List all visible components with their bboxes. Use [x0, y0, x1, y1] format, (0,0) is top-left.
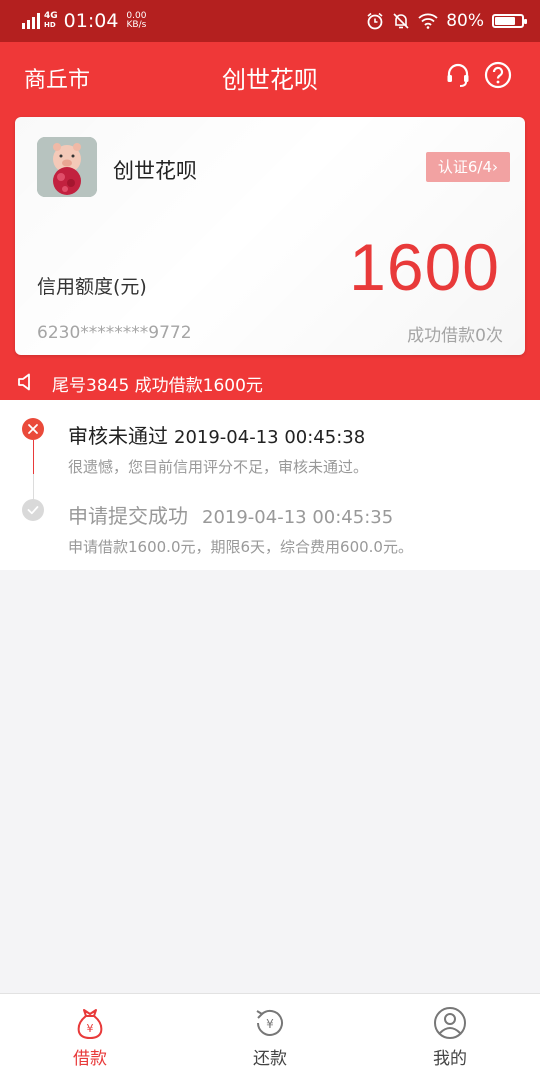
battery-percent: 80% — [446, 11, 484, 31]
status-bar: 4G HD 01:04 0.00 KB/s 80% — [0, 0, 540, 42]
notice-banner: 尾号3845 成功借款1600元 — [0, 367, 540, 397]
repay-icon: ¥ — [256, 1009, 283, 1036]
certification-label: 认证6/4 — [437, 158, 492, 176]
status-left: 4G HD 01:04 0.00 KB/s — [22, 8, 146, 34]
certification-button[interactable]: 认证6/4› — [425, 152, 510, 182]
clock: 01:04 — [63, 10, 119, 32]
signal-icon — [22, 13, 40, 29]
step-title-text: 申请提交成功 — [68, 504, 188, 528]
done-status-icon — [22, 499, 44, 521]
headset-icon[interactable] — [444, 61, 472, 89]
timeline-connector-active — [33, 440, 34, 474]
timeline-step-title: 申请提交成功 2019-04-13 00:45:35 — [68, 500, 393, 529]
timeline-step-desc: 很遗憾，您目前信用评分不足，审核未通过。 — [68, 458, 369, 476]
nav-label: 借款 — [73, 1049, 107, 1069]
step-time: 2019-04-13 00:45:38 — [174, 427, 366, 448]
credit-limit-value: 1600 — [349, 230, 500, 304]
credit-card: 创世花呗 认证6/4› 信用额度(元) 1600 6230********977… — [15, 117, 525, 355]
svg-text:¥: ¥ — [87, 1022, 94, 1035]
bank-card-number: 6230********9772 — [37, 323, 192, 343]
timeline-step-title: 审核未通过 2019-04-13 00:45:38 — [68, 420, 365, 449]
status-right: 80% — [366, 8, 527, 34]
help-icon[interactable] — [484, 61, 512, 89]
rejected-status-icon — [22, 418, 44, 440]
timeline-step-desc: 申请借款1600.0元，期限6天，综合费用600.0元。 — [68, 538, 413, 556]
avatar — [37, 137, 97, 197]
pig-avatar-image — [37, 137, 97, 197]
successful-loan-count: 成功借款0次 — [407, 326, 503, 346]
card-product-name: 创世花呗 — [113, 159, 197, 183]
notice-text: 尾号3845 成功借款1600元 — [52, 376, 263, 396]
nav-item-loan[interactable]: ¥ 借款 — [0, 994, 180, 1078]
speaker-icon — [18, 373, 30, 391]
profile-icon — [434, 1007, 466, 1039]
application-timeline: 审核未通过 2019-04-13 00:45:38 很遗憾，您目前信用评分不足，审… — [0, 400, 540, 570]
wifi-icon — [418, 13, 438, 29]
bottom-nav: ¥ 借款 ¥ 还款 我的 — [0, 993, 540, 1078]
loan-bag-icon: ¥ — [77, 1009, 103, 1039]
nav-item-repay[interactable]: ¥ 还款 — [180, 994, 360, 1078]
credit-limit-label: 信用额度(元) — [37, 276, 147, 298]
chevron-right-icon: › — [492, 158, 498, 176]
nav-item-profile[interactable]: 我的 — [360, 994, 540, 1078]
nav-label: 我的 — [433, 1049, 467, 1069]
nav-label: 还款 — [253, 1049, 287, 1069]
network-type: 4G HD — [44, 11, 58, 30]
battery-level — [495, 17, 516, 25]
battery-icon — [492, 14, 527, 28]
timeline-connector — [33, 474, 34, 500]
svg-text:¥: ¥ — [266, 1017, 274, 1031]
step-title-text: 审核未通过 — [68, 424, 168, 448]
alarm-icon — [367, 12, 383, 30]
step-time: 2019-04-13 00:45:35 — [202, 507, 394, 528]
mute-bell-icon — [393, 13, 409, 29]
network-speed: 0.00 KB/s — [126, 11, 147, 30]
